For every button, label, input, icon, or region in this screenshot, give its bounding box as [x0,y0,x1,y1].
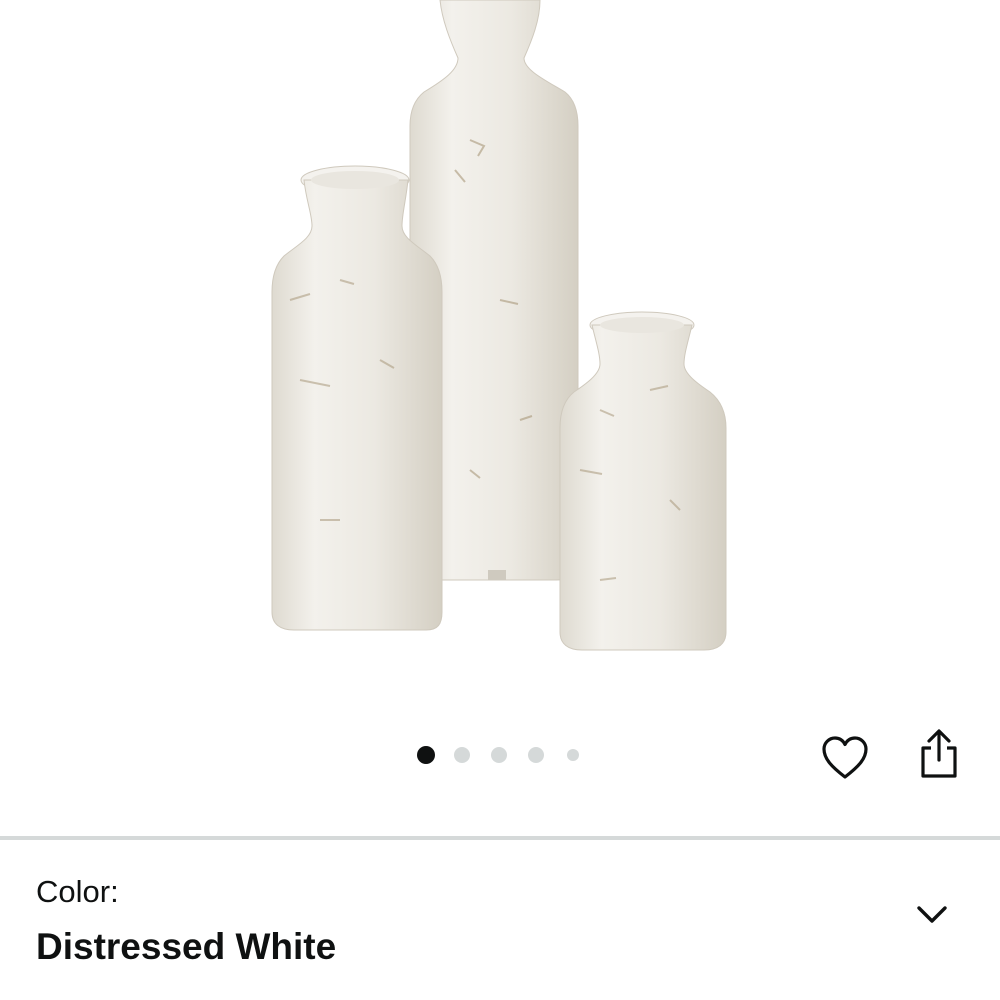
pager-dot-3[interactable] [491,747,507,763]
heart-outline-icon [822,736,868,779]
vases-illustration [271,0,727,651]
color-label: Color: [36,874,119,909]
pager-dot-2[interactable] [454,747,470,763]
share-button[interactable] [909,724,969,784]
share-icon [921,729,957,778]
expand-color-button[interactable] [910,893,954,937]
color-value: Distressed White [36,926,337,967]
pager-dot-1[interactable] [417,746,435,764]
short-vase [559,311,727,651]
wishlist-button[interactable] [815,728,875,788]
chevron-down-icon [917,906,947,923]
product-image[interactable] [0,0,1000,700]
pager-dot-5[interactable] [567,749,579,761]
pager-dot-4[interactable] [528,747,544,763]
color-selector[interactable] [0,840,1000,1000]
